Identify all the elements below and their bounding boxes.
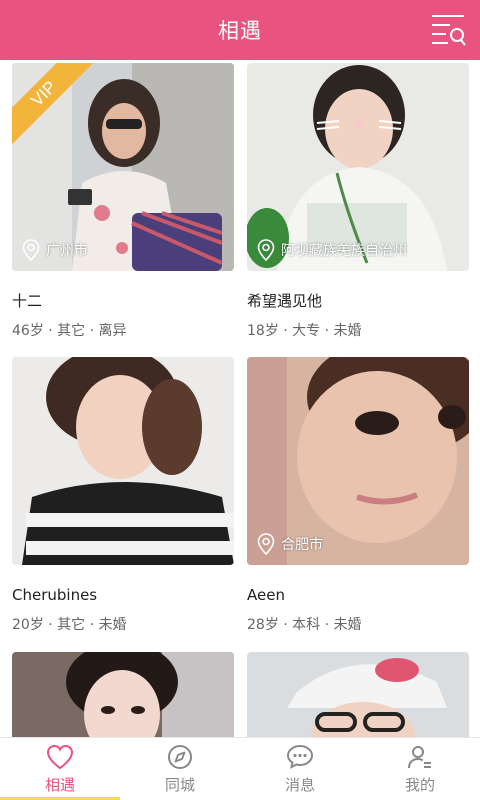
tab-label: 同城: [164, 776, 195, 794]
location-pin-icon: [22, 239, 40, 261]
user-info: 28岁 · 本科 · 未婚: [247, 617, 362, 633]
user-name: Cherubines: [12, 586, 98, 604]
user-card[interactable]: [247, 652, 469, 737]
tab-same-city[interactable]: 同城: [120, 738, 240, 800]
user-card[interactable]: Cherubines 20岁 · 其它 · 未婚: [12, 357, 234, 635]
filter-menu-button[interactable]: [430, 12, 466, 48]
tab-messages[interactable]: 消息: [240, 738, 360, 800]
location-label: 合肥市: [257, 533, 323, 555]
photo-image: [12, 357, 234, 565]
heart-icon: [46, 744, 74, 770]
user-info: 20岁 · 其它 · 未婚: [12, 617, 127, 633]
user-photo[interactable]: 合肥市: [247, 357, 469, 565]
photo-image: [247, 652, 469, 737]
menu-search-icon: [432, 15, 466, 46]
user-photo[interactable]: 阿坝藏族羌族自治州: [247, 63, 469, 271]
user-name: 希望遇见他: [247, 292, 323, 310]
location-text: 广州市: [46, 243, 88, 259]
location-text: 阿坝藏族羌族自治州: [281, 243, 407, 259]
tab-label: 相遇: [44, 776, 75, 794]
user-card[interactable]: 合肥市 Aeen 28岁 · 本科 · 未婚: [247, 357, 469, 635]
user-info: 46岁 · 其它 · 离异: [12, 323, 127, 339]
user-info: 18岁 · 大专 · 未婚: [247, 323, 362, 339]
user-card[interactable]: VIP 广州市 十二 46岁 · 其它 · 离异: [12, 63, 234, 341]
user-photo[interactable]: [12, 652, 234, 737]
location-pin-icon: [257, 239, 275, 261]
tab-profile[interactable]: 我的: [360, 738, 480, 800]
chat-icon: [286, 744, 314, 769]
app-header: 相遇: [0, 0, 480, 60]
tab-label: 消息: [284, 776, 315, 794]
user-name: 十二: [12, 292, 43, 310]
user-photo[interactable]: [12, 357, 234, 565]
user-grid: VIP 广州市 十二 46岁 · 其它 · 离异 阿坝藏族羌族自治州 希望遇见他…: [0, 60, 480, 737]
location-label: 广州市: [22, 239, 88, 261]
location-label: 阿坝藏族羌族自治州: [257, 239, 407, 261]
bottom-tab-bar: 相遇 同城 消息 我的: [0, 737, 480, 800]
page-title: 相遇: [218, 19, 262, 43]
photo-image: [12, 652, 234, 737]
user-card[interactable]: 阿坝藏族羌族自治州 希望遇见他 18岁 · 大专 · 未婚: [247, 63, 469, 341]
user-card[interactable]: [12, 652, 234, 737]
compass-icon: [168, 745, 192, 769]
tab-encounter[interactable]: 相遇: [0, 738, 120, 800]
location-pin-icon: [257, 533, 275, 555]
user-photo[interactable]: [247, 652, 469, 737]
location-text: 合肥市: [281, 537, 323, 553]
user-icon: [408, 746, 431, 769]
tab-label: 我的: [404, 776, 435, 794]
user-name: Aeen: [247, 586, 285, 604]
user-photo[interactable]: VIP 广州市: [12, 63, 234, 271]
